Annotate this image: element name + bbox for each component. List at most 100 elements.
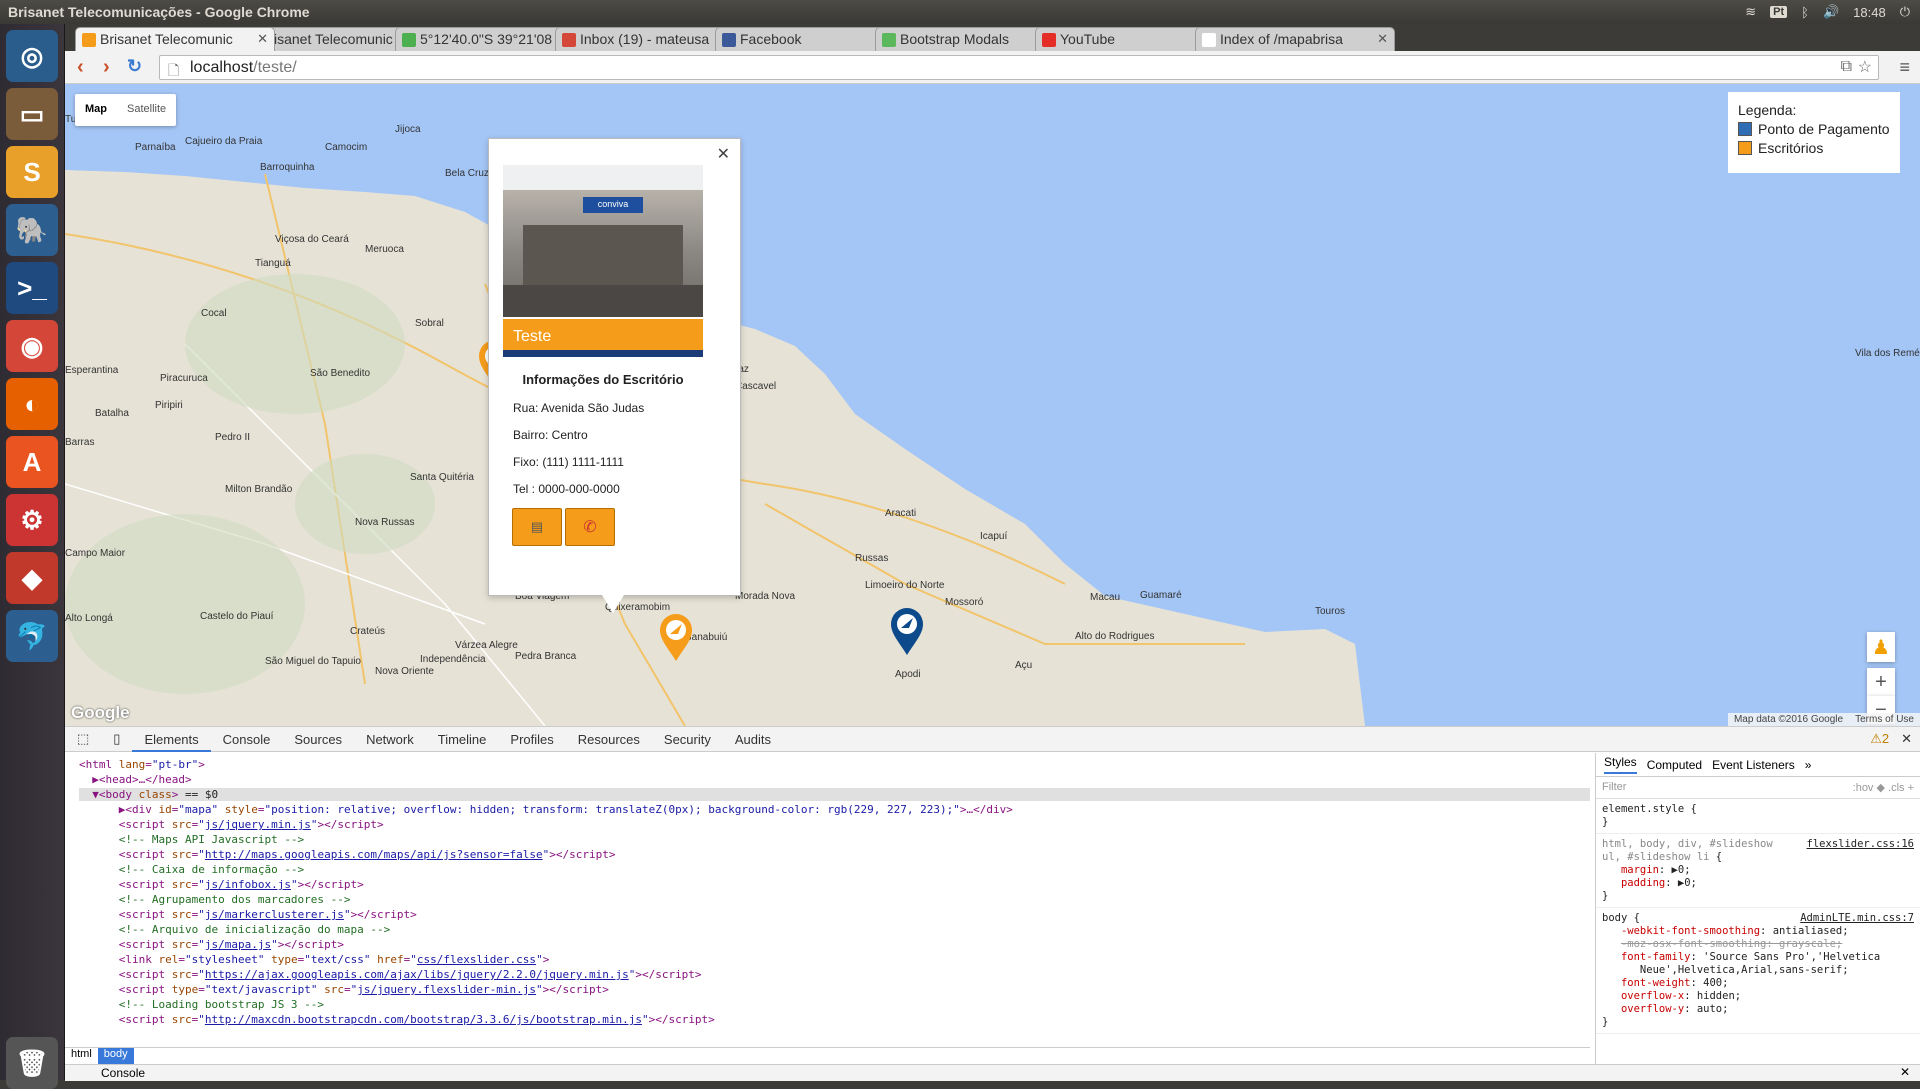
software-center-icon[interactable]: A [6,436,58,488]
map-place-label: Vila dos Remédios [1855,348,1920,359]
tab-label: Facebook [740,31,802,47]
devtools-tabbar: ⬚ ▯ Elements Console Sources Network Timelin… [65,727,1920,752]
infobox-heading: Informações do Escritório [522,372,684,387]
legend-item: Escritórios [1738,140,1890,156]
css-rule[interactable]: element.style { } [1596,799,1920,834]
mysql-workbench-icon[interactable]: 🐬 [6,610,58,662]
inspect-element-icon[interactable]: ⬚ [65,731,101,747]
bookmark-star-icon[interactable]: ☆ [1858,57,1872,77]
address-bar[interactable]: 🗋 localhost/teste/ ⧉ ☆ [159,55,1879,80]
browser-tab[interactable]: Brisanet Telecomunic ✕ [75,27,275,51]
tab-favicon-icon [1042,33,1056,47]
volume-icon[interactable]: 🔊 [1823,4,1839,20]
files-icon[interactable]: ▭ [6,88,58,140]
crumb-html[interactable]: html [71,1048,92,1064]
devtools-tab-timeline[interactable]: Timeline [426,732,499,747]
postgresql-icon[interactable]: 🐘 [6,204,58,256]
styles-filter-input[interactable]: Filter :hov ◆ .cls + [1596,777,1920,799]
map-canvas [65,84,1920,726]
hov-toggle[interactable]: :hov [1853,782,1874,794]
console-drawer[interactable]: Console ✕ [65,1064,1920,1081]
terminal-icon[interactable]: >_ [6,262,58,314]
map-place-label: Cajueiro da Praia [185,136,263,147]
tab-computed[interactable]: Computed [1647,758,1702,772]
google-map[interactable]: TutoiaParnaíbaCamocimCajueiro da PraiaBa… [65,84,1920,726]
devtools-tab-security[interactable]: Security [652,732,723,747]
wifi-icon[interactable]: ≋ [1745,4,1756,20]
devtools-tab-resources[interactable]: Resources [566,732,652,747]
contact-card-button[interactable]: ▤ [512,508,562,546]
ubuntu-dash-icon[interactable]: ◎ [6,30,58,82]
power-icon[interactable]: ⏻ [1900,4,1910,20]
keyboard-layout-indicator[interactable]: Pt [1770,6,1788,18]
crumb-body[interactable]: body [97,1048,134,1064]
tab-event-listeners[interactable]: Event Listeners [1712,758,1795,772]
payment-point-marker[interactable] [889,606,925,656]
devtools-tab-elements[interactable]: Elements [132,727,211,752]
css-rule[interactable]: AdminLTE.min.css:7 body { -webkit-font-sm… [1596,908,1920,1034]
devtools-tab-sources[interactable]: Sources [282,732,354,747]
tab-styles[interactable]: Styles [1604,755,1637,774]
sublime-text-icon[interactable]: S [6,146,58,198]
map-place-label: São Miguel do Tapuio [265,656,361,667]
devtools-tab-network[interactable]: Network [354,732,426,747]
map-place-label: Touros [1315,606,1346,617]
map-place-label: Pedro II [215,432,251,443]
close-drawer-icon[interactable]: ✕ [1900,1065,1910,1079]
zoom-in-button[interactable]: + [1867,668,1895,696]
terms-of-use-link[interactable]: Terms of Use [1855,714,1914,725]
system-settings-icon[interactable]: ⚙ [6,494,58,546]
legend-label: Ponto de Pagamento [1758,121,1890,137]
street-view-pegman-icon[interactable]: ♟ [1867,632,1895,662]
forward-icon[interactable]: › [103,56,110,79]
reload-icon[interactable]: ↻ [127,56,142,77]
legend-swatch [1738,122,1752,136]
close-tab-icon[interactable]: ✕ [1377,31,1388,47]
bluetooth-icon[interactable]: ᛒ [1801,5,1809,20]
map-place-label: Icapuí [980,531,1008,542]
close-icon[interactable]: ✕ [717,144,730,164]
cls-toggle[interactable]: .cls [1888,782,1905,794]
device-mode-icon[interactable]: ▯ [101,731,132,747]
chrome-menu-icon[interactable]: ≡ [1899,57,1910,78]
devtools-tab-console[interactable]: Console [211,732,283,747]
map-place-label: Pedra Branca [515,651,577,662]
page-icon: 🗋 [168,62,180,78]
window-titlebar: Brisanet Telecomunicações - Google Chrom… [0,0,1920,24]
elements-tree[interactable]: <html lang="pt-br"> ▶<head>…</head> ▼<bo… [65,753,1590,1048]
call-button[interactable]: ✆ [565,508,615,546]
devtools-tab-audits[interactable]: Audits [723,732,783,747]
map-place-label: Guamaré [1140,590,1182,601]
warnings-badge[interactable]: ⚠2 [1870,731,1901,747]
more-tabs-icon[interactable]: » [1805,758,1812,772]
tab-favicon-icon [82,33,96,47]
clock[interactable]: 18:48 [1853,5,1886,20]
close-tab-icon[interactable]: ✕ [257,31,268,47]
map-place-label: Cascavel [735,381,777,392]
browser-tab[interactable]: Index of /mapabrisa ✕ [1195,27,1395,51]
map-place-label: Nova Oriente [375,666,434,677]
chrome-icon[interactable]: ◉ [6,320,58,372]
address-host: localhost [190,59,254,76]
legend-swatch [1738,141,1752,155]
map-place-label: Tianguá [255,258,291,269]
office-marker[interactable] [658,612,694,662]
map-place-label: Nova Russas [355,517,415,528]
tab-label: Bootstrap Modals [900,31,1009,47]
map-place-label: Jijoca [395,124,421,135]
trash-icon[interactable]: 🗑 [6,1037,58,1089]
map-place-label: Morada Nova [735,591,796,602]
infobox-pointer [602,595,624,613]
css-rule[interactable]: flexslider.css:16 html, body, div, #slide… [1596,834,1920,908]
map-type-map-button[interactable]: Map [75,94,117,126]
firefox-icon[interactable]: ◐ [6,378,58,430]
tab-favicon-icon [562,33,576,47]
back-icon[interactable]: ‹ [77,56,84,79]
git-icon[interactable]: ◆ [6,552,58,604]
office-infobox: ✕ conviva Teste Informações do Escritóri… [488,138,741,613]
window-title: Brisanet Telecomunicações - Google Chrom… [8,4,310,20]
translate-icon[interactable]: ⧉ [1841,58,1852,76]
close-devtools-icon[interactable]: ✕ [1901,731,1920,747]
map-type-satellite-button[interactable]: Satellite [117,94,176,126]
devtools-tab-profiles[interactable]: Profiles [498,732,565,747]
